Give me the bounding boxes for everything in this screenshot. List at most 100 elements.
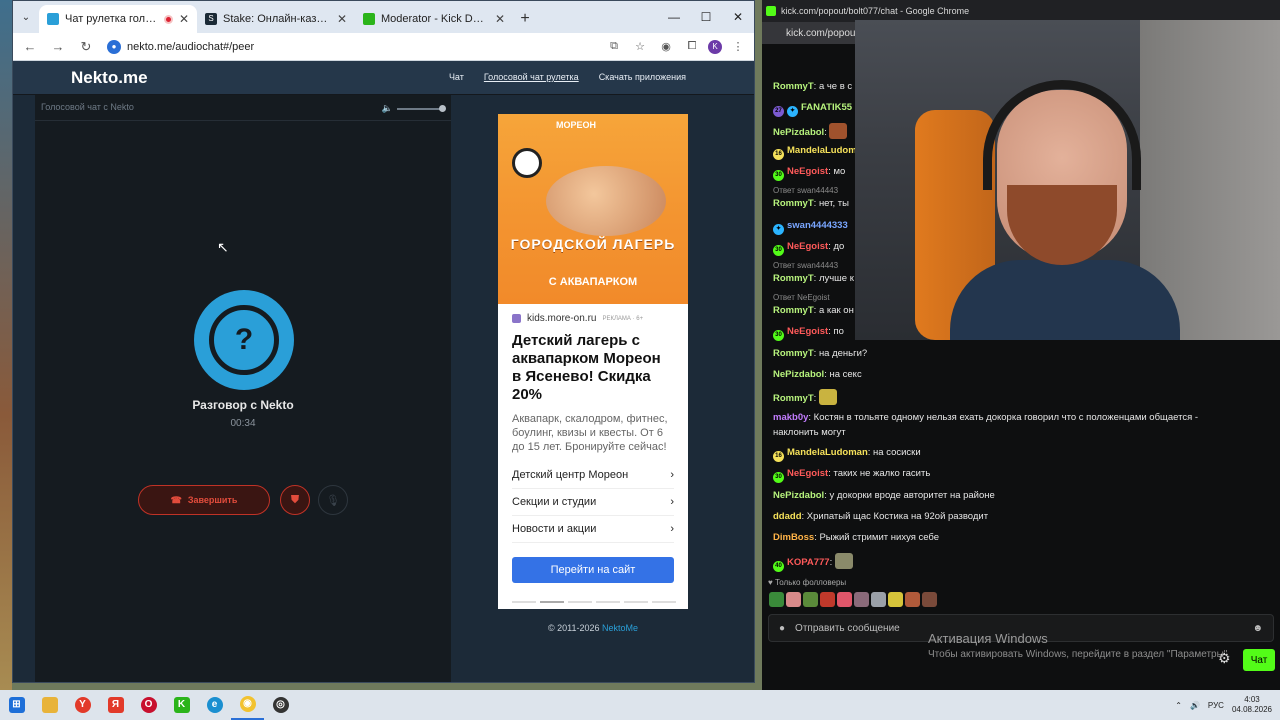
microphone-permission-icon[interactable]: ● xyxy=(107,39,121,54)
emote-icon[interactable] xyxy=(820,592,835,607)
tab-kick-dashboard[interactable]: Moderator - Kick Dashboard ✕ xyxy=(355,5,513,33)
question-mark-icon: ? xyxy=(209,305,279,375)
chevron-right-icon: › xyxy=(670,523,674,535)
nav-voice-chat-link[interactable]: Голосовой чат рулетка xyxy=(484,72,579,82)
site-header: Nekto.me Чат Голосовой чат рулетка Скача… xyxy=(13,61,754,94)
send-chat-button[interactable]: Чат xyxy=(1243,649,1275,671)
emoji-icon[interactable]: ☻ xyxy=(1252,623,1263,634)
bookmark-star-icon[interactable]: ☆ xyxy=(630,40,650,53)
forward-icon[interactable]: → xyxy=(47,39,69,54)
chat-message: RommyT: а как он xyxy=(773,305,854,316)
chat-message: NePizdabol: на секс xyxy=(773,369,862,380)
emote-icon[interactable] xyxy=(803,592,818,607)
chrome-icon[interactable]: ◉ xyxy=(231,690,264,720)
ad-banner-image[interactable]: МОРЕОН ГОРОДСКОЙ ЛАГЕРЬ С АКВАПАРКОМ xyxy=(498,114,688,304)
obs-icon[interactable]: ◎ xyxy=(264,690,297,720)
extensions-puzzle-icon[interactable]: ⧠ xyxy=(682,40,702,53)
chat-message: 27 ✦ FANATIK55 xyxy=(773,101,852,117)
ad-banner-subtitle: С АКВАПАРКОМ xyxy=(548,276,638,288)
ad-link-label: Секции и студии xyxy=(512,496,597,508)
chevron-up-icon[interactable]: ⌃ xyxy=(1175,701,1182,710)
footer-copyright: © 2011-2026 NektoMe xyxy=(498,623,688,633)
new-tab-button[interactable]: + xyxy=(513,5,537,33)
window-title: kick.com/popout/bolt077/chat - Google Ch… xyxy=(781,6,970,16)
ad-body: Аквапарк, скалодром, фитнес, боулинг, кв… xyxy=(512,413,668,453)
ad-link-label: Детский центр Мореон xyxy=(512,469,629,481)
ad-headline[interactable]: Детский лагерь с аквапарком Мореон в Ясе… xyxy=(498,324,688,404)
headset-icon xyxy=(983,80,1141,190)
ad-source-icon xyxy=(512,314,521,323)
tab-title: Stake: Онлайн-казино и ставки xyxy=(223,13,331,25)
emote-icon[interactable] xyxy=(786,592,801,607)
chat-reply-ref: Ответ NeEgoist xyxy=(773,293,830,302)
yandex-browser-icon[interactable]: Y xyxy=(66,690,99,720)
emote-icon[interactable] xyxy=(888,592,903,607)
reload-icon[interactable]: ↻ xyxy=(75,39,97,55)
ad-link-item[interactable]: Секции и студии › xyxy=(512,489,674,516)
call-timer: 00:34 xyxy=(230,418,256,429)
chat-input-placeholder: Отправить сообщение xyxy=(795,622,900,634)
tab-stake[interactable]: S Stake: Онлайн-казино и ставки ✕ xyxy=(197,5,355,33)
voice-chat-panel: Голосовой чат с Nekto 🔈 ? Разговор с Nek… xyxy=(35,95,451,682)
close-tab-icon[interactable]: ✕ xyxy=(495,12,505,26)
chat-message: RommyT: лучше к xyxy=(773,273,854,284)
back-icon[interactable]: ← xyxy=(19,39,41,54)
tab-nekto[interactable]: Чат рулетка голосовая — N ✕ xyxy=(39,5,197,33)
url-field[interactable]: ● nekto.me/audiochat#/peer xyxy=(103,36,598,58)
shield-icon: ⛊ xyxy=(290,493,300,506)
ad-source-domain[interactable]: kids.more-on.ru xyxy=(527,313,596,324)
ad-brand: МОРЕОН xyxy=(556,120,597,130)
opera-icon[interactable]: O xyxy=(132,690,165,720)
language-indicator[interactable]: РУС xyxy=(1208,701,1224,710)
chat-message: 16 MandelaLudom xyxy=(773,144,857,160)
start-windows-icon[interactable]: ⊞ xyxy=(0,690,33,720)
ad-link-item[interactable]: Новости и акции › xyxy=(512,516,674,543)
nav-download-apps-link[interactable]: Скачать приложения xyxy=(599,72,686,82)
tab-title: Чат рулетка голосовая — N xyxy=(65,13,158,25)
chat-message: RommyT: а че в с xyxy=(773,81,853,92)
ad-cta-button[interactable]: Перейти на сайт xyxy=(512,557,674,583)
advertisement[interactable]: МОРЕОН ГОРОДСКОЙ ЛАГЕРЬ С АКВАПАРКОМ kid… xyxy=(498,114,688,609)
emote-icon[interactable] xyxy=(769,592,784,607)
install-app-icon[interactable]: ⧉ xyxy=(604,40,624,53)
chat-message: ✦ swan4444333 xyxy=(773,219,848,235)
tab-strip: ⌄ Чат рулетка голосовая — N ✕ S Stake: О… xyxy=(13,1,754,33)
chevron-right-icon: › xyxy=(670,469,674,481)
profile-avatar[interactable]: K xyxy=(708,39,722,54)
clock[interactable]: 4:03 04.08.2026 xyxy=(1232,695,1272,715)
emote-icon[interactable] xyxy=(905,592,920,607)
report-shield-button[interactable]: ⛊ xyxy=(280,485,310,515)
emote-icon[interactable] xyxy=(854,592,869,607)
volume-slider[interactable] xyxy=(397,104,446,112)
mic-button[interactable]: 🎙 xyxy=(318,485,348,515)
site-logo[interactable]: Nekto.me xyxy=(71,68,148,88)
volume-knob[interactable] xyxy=(439,104,446,112)
emote-icon[interactable] xyxy=(837,592,852,607)
yandex-icon[interactable]: Я xyxy=(99,690,132,720)
close-tab-icon[interactable]: ✕ xyxy=(337,12,347,26)
file-explorer-icon[interactable] xyxy=(33,690,66,720)
close-tab-icon[interactable]: ✕ xyxy=(179,12,189,26)
close-window-icon[interactable]: ✕ xyxy=(722,1,754,33)
emote-icon[interactable] xyxy=(871,592,886,607)
nav-chat-link[interactable]: Чат xyxy=(449,72,464,82)
menu-dots-icon[interactable]: ⋮ xyxy=(728,40,748,53)
chat-message: NePizdabol: у докорки вроде авторитет на… xyxy=(773,490,995,501)
emote-icon[interactable] xyxy=(922,592,937,607)
maximize-icon[interactable]: ☐ xyxy=(690,1,722,33)
end-call-label: Завершить xyxy=(187,495,238,505)
recording-indicator-icon xyxy=(163,14,173,24)
ad-link-item[interactable]: Детский центр Мореон › xyxy=(512,462,674,489)
edge-icon[interactable]: e xyxy=(198,690,231,720)
end-call-button[interactable]: ☎ Завершить xyxy=(138,485,270,515)
kick-app-icon[interactable]: K xyxy=(165,690,198,720)
extension-icon[interactable]: ◉ xyxy=(656,40,676,53)
minimize-icon[interactable]: — xyxy=(658,1,690,33)
volume-control[interactable]: 🔈 xyxy=(381,103,446,114)
chat-message: makb0y: Костян в тольяте одному нельзя е… xyxy=(773,412,1199,423)
tab-search-icon[interactable]: ⌄ xyxy=(13,1,39,33)
speaker-icon: 🔈 xyxy=(381,103,393,113)
hangup-phone-icon: ☎ xyxy=(170,494,182,505)
speaker-icon[interactable]: 🔊 xyxy=(1190,701,1200,710)
nektome-link[interactable]: NektoMe xyxy=(602,623,638,633)
